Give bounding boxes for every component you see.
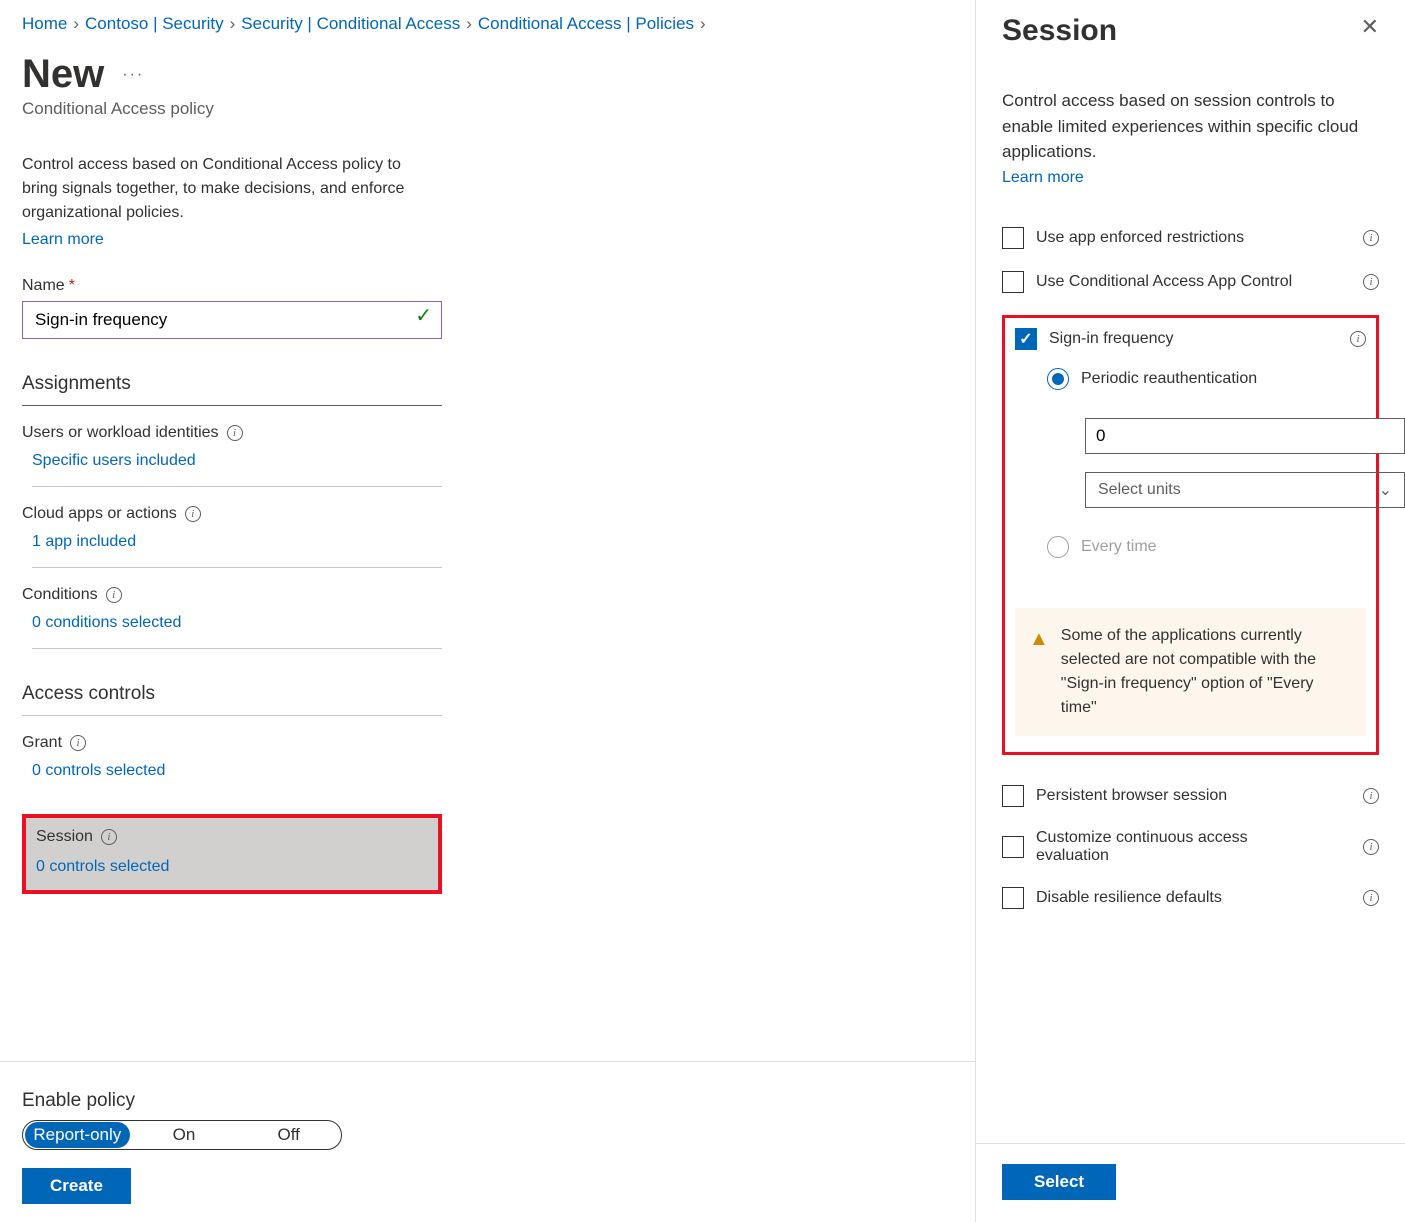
panel-learn-more-link[interactable]: Learn more [1002, 169, 1379, 187]
toggle-report-only[interactable]: Report-only [25, 1122, 130, 1148]
info-icon[interactable]: i [101, 829, 117, 845]
learn-more-link[interactable]: Learn more [22, 231, 953, 249]
warning-icon: ▲ [1029, 624, 1049, 720]
toggle-on[interactable]: On [132, 1125, 237, 1145]
label-resilience: Disable resilience defaults [1036, 889, 1351, 907]
page-title: New [22, 52, 104, 97]
chevron-right-icon: › [73, 14, 79, 34]
checkmark-icon: ✓ [415, 303, 432, 328]
radio-periodic[interactable] [1047, 368, 1069, 390]
radio-every-time[interactable] [1047, 536, 1069, 558]
page-subtitle: Conditional Access policy [22, 99, 953, 119]
chevron-right-icon: › [466, 14, 472, 34]
more-actions-button[interactable]: ··· [122, 66, 144, 84]
name-label: Name [22, 277, 65, 295]
info-icon[interactable]: i [1363, 839, 1379, 855]
warning-banner: ▲ Some of the applications currently sel… [1015, 608, 1366, 736]
session-link[interactable]: 0 controls selected [36, 858, 428, 876]
info-icon[interactable]: i [1363, 274, 1379, 290]
label-signin-frequency: Sign-in frequency [1049, 330, 1338, 348]
label-app-enforced: Use app enforced restrictions [1036, 229, 1351, 247]
assignments-heading: Assignments [22, 373, 442, 406]
checkbox-signin-frequency[interactable] [1015, 328, 1037, 350]
apps-link[interactable]: 1 app included [32, 533, 442, 568]
checkbox-app-enforced[interactable] [1002, 227, 1024, 249]
info-icon[interactable]: i [70, 735, 86, 751]
info-icon[interactable]: i [227, 425, 243, 441]
footer: Enable policy Report-only On Off Create [0, 1061, 975, 1204]
info-icon[interactable]: i [1363, 788, 1379, 804]
session-panel: Session ✕ Control access based on sessio… [975, 0, 1405, 1222]
conditions-label: Conditions [22, 586, 98, 604]
required-indicator: * [69, 277, 75, 295]
grant-label: Grant [22, 734, 62, 752]
units-placeholder: Select units [1098, 481, 1181, 499]
enable-policy-toggle[interactable]: Report-only On Off [22, 1120, 342, 1150]
breadcrumb-policies[interactable]: Conditional Access | Policies [478, 14, 694, 34]
select-button[interactable]: Select [1002, 1164, 1116, 1200]
session-label: Session [36, 828, 93, 846]
users-label: Users or workload identities [22, 424, 219, 442]
toggle-off[interactable]: Off [236, 1125, 341, 1145]
checkbox-cae[interactable] [1002, 836, 1024, 858]
policy-name-input[interactable] [22, 301, 442, 339]
session-block-highlight: Session i 0 controls selected [22, 814, 442, 894]
label-every-time: Every time [1081, 538, 1157, 556]
conditions-link[interactable]: 0 conditions selected [32, 614, 442, 649]
create-button[interactable]: Create [22, 1168, 131, 1204]
info-icon[interactable]: i [1363, 230, 1379, 246]
label-persistent-browser: Persistent browser session [1036, 787, 1351, 805]
checkbox-resilience[interactable] [1002, 887, 1024, 909]
breadcrumb-home[interactable]: Home [22, 14, 67, 34]
chevron-down-icon: ⌄ [1379, 480, 1392, 500]
breadcrumb: Home › Contoso | Security › Security | C… [22, 10, 953, 34]
checkbox-persistent-browser[interactable] [1002, 785, 1024, 807]
grant-link[interactable]: 0 controls selected [32, 762, 442, 796]
page-description: Control access based on Conditional Acce… [22, 153, 432, 225]
label-cae: Customize continuous access evaluation [1036, 829, 1296, 865]
label-periodic: Periodic reauthentication [1081, 370, 1257, 388]
panel-description: Control access based on session controls… [1002, 88, 1379, 165]
chevron-right-icon: › [700, 14, 706, 34]
breadcrumb-security[interactable]: Security | Conditional Access [241, 14, 460, 34]
warning-text: Some of the applications currently selec… [1061, 624, 1352, 720]
checkbox-ca-app-control[interactable] [1002, 271, 1024, 293]
label-ca-app-control: Use Conditional Access App Control [1036, 273, 1351, 291]
info-icon[interactable]: i [185, 506, 201, 522]
signin-frequency-highlight: Sign-in frequency i Periodic reauthentic… [1002, 315, 1379, 755]
frequency-value-input[interactable] [1085, 418, 1405, 454]
panel-title: Session [1002, 14, 1117, 48]
access-controls-heading: Access controls [22, 683, 442, 716]
users-link[interactable]: Specific users included [32, 452, 442, 487]
breadcrumb-contoso[interactable]: Contoso | Security [85, 14, 224, 34]
chevron-right-icon: › [230, 14, 236, 34]
info-icon[interactable]: i [1363, 890, 1379, 906]
apps-label: Cloud apps or actions [22, 505, 177, 523]
info-icon[interactable]: i [1350, 331, 1366, 347]
frequency-units-select[interactable]: Select units ⌄ [1085, 472, 1405, 508]
close-icon[interactable]: ✕ [1361, 14, 1379, 40]
info-icon[interactable]: i [106, 587, 122, 603]
enable-policy-label: Enable policy [22, 1090, 953, 1112]
main-content: Home › Contoso | Security › Security | C… [0, 0, 975, 1222]
